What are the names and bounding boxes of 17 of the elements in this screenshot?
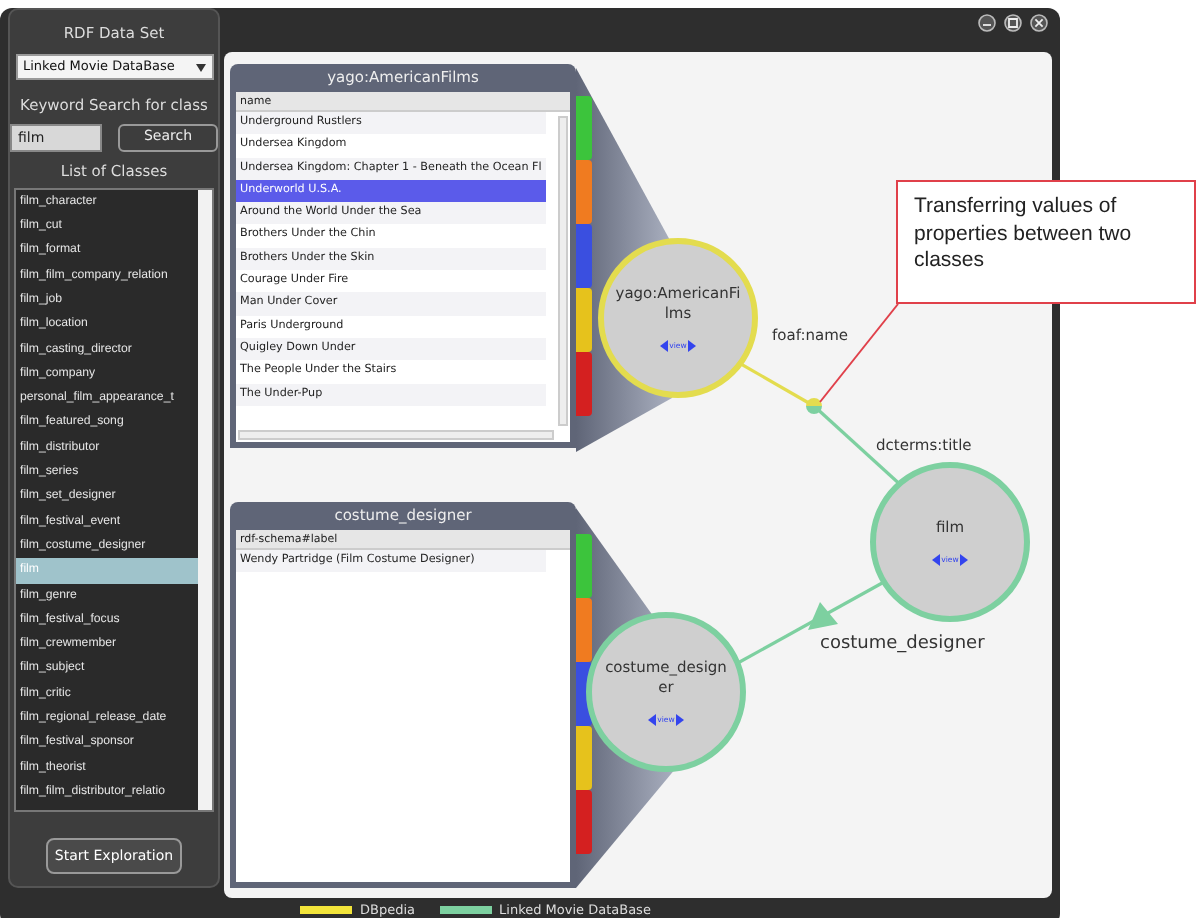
left-arrow-icon — [931, 553, 940, 566]
right-arrow-icon — [676, 713, 685, 726]
junction-dot — [806, 398, 822, 414]
caret-icon — [195, 63, 205, 72]
minimize-icon[interactable] — [978, 14, 996, 32]
callout-text: Transferring values of properties between two classes — [896, 180, 1196, 304]
close-icon[interactable] — [1030, 14, 1048, 32]
class-list[interactable] — [14, 187, 214, 812]
left-arrow-icon — [647, 713, 656, 726]
right-arrow-icon — [688, 339, 697, 352]
scrollbar[interactable] — [198, 189, 212, 810]
left-arrow-icon — [659, 339, 668, 352]
scrollbar[interactable] — [558, 116, 568, 426]
right-arrow-icon — [960, 553, 969, 566]
edge-label: costume_designer — [820, 632, 985, 658]
scrollbar[interactable] — [238, 430, 554, 440]
maximize-icon[interactable] — [1004, 14, 1022, 32]
